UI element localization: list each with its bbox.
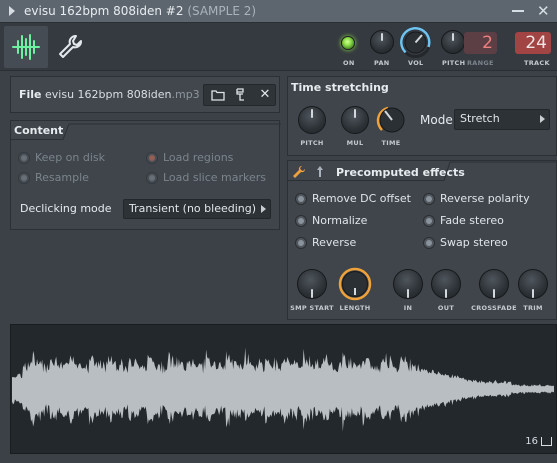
reverse-polarity-label: Reverse polarity: [440, 192, 530, 205]
stretch-time-knob[interactable]: [376, 104, 408, 136]
fade-stereo-radio[interactable]: [423, 215, 435, 227]
file-button-group: ✕: [203, 84, 276, 106]
stretch-pitch-label: PITCH: [300, 139, 324, 147]
crossfade-knob[interactable]: [479, 269, 509, 299]
vol-label: VOL: [408, 59, 424, 67]
mixer-track-box[interactable]: 24: [515, 32, 551, 54]
waveform: [12, 347, 554, 432]
fade-in-label: IN: [403, 304, 413, 312]
normalize-label: Normalize: [312, 214, 368, 227]
on-label: ON: [343, 59, 355, 67]
stretch-pitch-knob[interactable]: [298, 106, 326, 134]
window-title-text: evisu 162bpm 808iden #2: [24, 4, 184, 18]
stretch-mul-label: MUL: [346, 139, 364, 147]
time-stretching-header: Time stretching: [291, 81, 389, 94]
stretch-mode-value: Stretch: [460, 112, 500, 125]
fade-stereo-label: Fade stereo: [440, 214, 504, 227]
keep-on-disk-label: Keep on disk: [35, 151, 106, 164]
stretch-mode-label: Mode: [420, 113, 453, 127]
declicking-mode-value: Transient (no bleeding): [129, 202, 257, 215]
stretch-mode-select[interactable]: Stretch: [454, 109, 550, 130]
smp-start-label: SMP START: [290, 304, 334, 312]
pitch-label: PITCH: [442, 59, 466, 67]
stretch-time-label: TIME: [381, 139, 401, 147]
sample-tag: (SAMPLE 2): [187, 4, 257, 18]
precomputed-effects-panel: Precomputed effects Remove DC offset Rev…: [287, 160, 557, 320]
stretch-mul-knob[interactable]: [341, 106, 369, 134]
waveform-number: 16: [525, 436, 538, 447]
smp-start-knob[interactable]: [297, 269, 327, 299]
tab-sample-view[interactable]: [4, 26, 48, 68]
zoom-bracket-icon[interactable]: [541, 437, 552, 446]
wrench-icon[interactable]: [56, 33, 84, 61]
waveform-display[interactable]: 16: [10, 324, 557, 454]
remove-dc-offset-radio[interactable]: [295, 193, 307, 205]
length-knob[interactable]: [338, 267, 372, 301]
pan-knob[interactable]: [370, 30, 394, 54]
file-name: evisu 162bpm 808iden.mp3: [45, 88, 200, 101]
range-label: RANGE: [467, 59, 494, 67]
crossfade-label: CROSSFADE: [471, 304, 517, 312]
reverse-label: Reverse: [312, 236, 357, 249]
content-panel: Content Keep on disk Load regions Resamp…: [10, 120, 281, 230]
effects-tab-outline: [288, 161, 557, 181]
window-menu-arrow-icon[interactable]: [9, 6, 15, 16]
pitch-range-box[interactable]: 2: [464, 32, 497, 54]
close-icon[interactable]: ✕: [255, 85, 275, 105]
fade-in-knob[interactable]: [393, 269, 423, 299]
file-extension: .mp3: [171, 88, 200, 101]
load-slice-markers-radio[interactable]: [146, 172, 158, 184]
minimize-icon[interactable]: [512, 10, 524, 12]
file-panel: File evisu 162bpm 808iden.mp3 ✕: [10, 76, 280, 113]
close-window-icon[interactable]: ✕: [537, 2, 550, 20]
keep-on-disk-radio[interactable]: [18, 152, 30, 164]
pitch-knob[interactable]: [441, 30, 465, 54]
length-label: LENGTH: [339, 304, 371, 312]
load-slice-markers-label: Load slice markers: [163, 171, 267, 184]
tree-icon[interactable]: [231, 85, 253, 105]
swap-stereo-label: Swap stereo: [440, 236, 508, 249]
load-regions-radio[interactable]: [146, 152, 158, 164]
time-stretching-panel: Time stretching PITCH MUL TIME Mode Stre…: [287, 76, 557, 156]
fade-out-label: OUT: [437, 304, 455, 312]
file-label: File: [19, 88, 42, 101]
chevron-right-icon: [540, 115, 545, 123]
content-tab-outline: [11, 123, 281, 140]
reverse-polarity-radio[interactable]: [423, 193, 435, 205]
swap-stereo-radio[interactable]: [423, 237, 435, 249]
pan-label: PAN: [374, 59, 390, 67]
declicking-mode-label: Declicking mode: [20, 202, 112, 215]
track-label: TRACK: [524, 59, 550, 67]
reverse-radio[interactable]: [295, 237, 307, 249]
trim-label: TRIM: [523, 304, 543, 312]
volume-knob[interactable]: [400, 27, 431, 58]
file-basename: evisu 162bpm 808iden: [45, 88, 172, 101]
chevron-right-icon: [261, 205, 266, 213]
track-value: 24: [525, 33, 547, 53]
folder-icon[interactable]: [207, 85, 229, 105]
load-regions-label: Load regions: [163, 151, 234, 164]
resample-radio[interactable]: [18, 172, 30, 184]
resample-label: Resample: [35, 171, 89, 184]
range-value: 2: [482, 33, 493, 53]
declicking-mode-select[interactable]: Transient (no bleeding): [123, 199, 271, 219]
normalize-radio[interactable]: [295, 215, 307, 227]
trim-knob[interactable]: [518, 269, 548, 299]
channel-toolbar: ON PAN VOL PITCH 2 RANGE 24 TRACK: [0, 23, 557, 71]
remove-dc-offset-label: Remove DC offset: [312, 192, 411, 205]
title-bar[interactable]: evisu 162bpm 808iden #2 (SAMPLE 2) ✕: [0, 0, 557, 23]
waveform-tab-icon: [12, 34, 40, 60]
channel-on-led[interactable]: [341, 36, 355, 50]
window-title: evisu 162bpm 808iden #2 (SAMPLE 2): [24, 4, 256, 18]
fade-out-knob[interactable]: [431, 269, 461, 299]
